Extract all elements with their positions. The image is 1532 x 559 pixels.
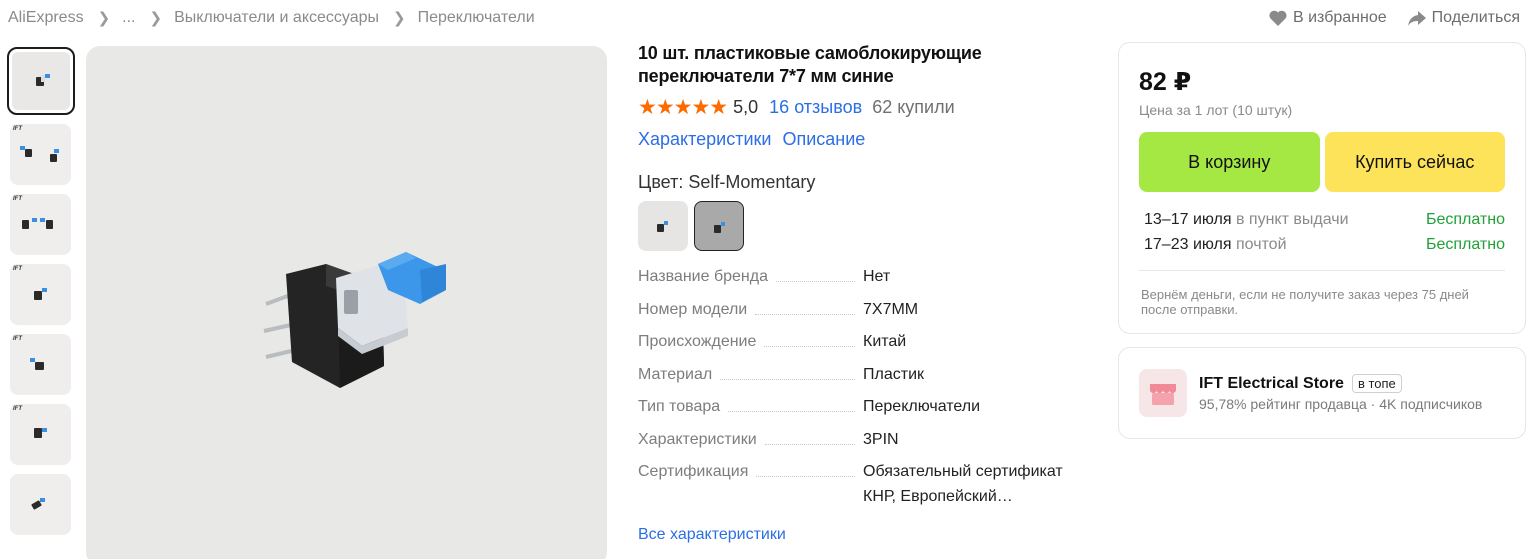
- buy-now-button[interactable]: Купить сейчас: [1324, 132, 1505, 192]
- delivery-options: 13–17 июля в пункт выдачи Бесплатно 17–2…: [1139, 207, 1505, 257]
- push-switch-illustration: [263, 252, 446, 388]
- thumbnail-3[interactable]: IFT: [10, 194, 71, 255]
- thumbnail-7[interactable]: [10, 474, 71, 535]
- main-product-image[interactable]: [86, 46, 607, 559]
- delivery-method: почтой: [1235, 236, 1287, 253]
- breadcrumb-home[interactable]: AliExpress: [8, 9, 84, 27]
- price: 82 ₽: [1139, 68, 1192, 96]
- spec-value: Обязательный сертификат КНР, Европейский…: [863, 463, 1063, 505]
- tab-description[interactable]: Описание: [782, 129, 865, 150]
- share-label: Поделиться: [1431, 9, 1520, 26]
- all-specs-link[interactable]: Все характеристики: [638, 526, 1098, 544]
- thumbnail-2[interactable]: IFT: [10, 124, 71, 185]
- divider: [1139, 270, 1505, 271]
- breadcrumb-category[interactable]: Выключатели и аксессуары: [174, 9, 379, 27]
- product-info: 10 шт. пластиковые самоблокирующие перек…: [638, 42, 1098, 544]
- rating-row: ★★★★★ 5,0 16 отзывов 62 купили: [638, 95, 1098, 120]
- thumbnail-5[interactable]: IFT: [10, 334, 71, 395]
- spec-value: Китай: [863, 333, 907, 350]
- color-swatches: [638, 201, 1098, 251]
- spec-value: Пластик: [863, 365, 924, 383]
- add-to-cart-button[interactable]: В корзину: [1139, 132, 1320, 192]
- spec-value: Переключатели: [863, 398, 981, 415]
- purchase-buttons: В корзину Купить сейчас: [1139, 132, 1505, 192]
- thumbnail-list: IFT IFT IFT IFT IFT: [7, 47, 75, 544]
- store-stats: 95,78% рейтинг продавца · 4K подписчиков: [1199, 396, 1482, 412]
- spec-key: Тип товара: [638, 398, 721, 415]
- spec-value: 3PIN: [863, 430, 899, 448]
- delivery-dates: 17–23 июля: [1144, 236, 1232, 253]
- spec-row: Сертификация Обязательный сертификат КНР…: [638, 463, 1098, 515]
- store-card[interactable]: IFT Electrical Store в топе 95,78% рейти…: [1118, 347, 1526, 439]
- reviews-link[interactable]: 16 отзывов: [769, 97, 862, 118]
- store-name-row: IFT Electrical Store в топе: [1199, 374, 1482, 393]
- brand-logo-mark: IFT: [13, 406, 22, 412]
- product-title: 10 шт. пластиковые самоблокирующие перек…: [638, 43, 982, 86]
- spec-key: Сертификация: [638, 463, 749, 480]
- refund-note: Вернём деньги, если не получите заказ че…: [1141, 287, 1469, 317]
- store-details: IFT Electrical Store в топе 95,78% рейти…: [1199, 374, 1482, 412]
- rating-value: 5,0: [733, 97, 759, 117]
- delivery-dates: 13–17 июля: [1144, 211, 1232, 228]
- delivery-row: 17–23 июля почтой Бесплатно: [1144, 232, 1505, 257]
- top-actions: В избранное Поделиться: [1268, 9, 1520, 27]
- spec-key: Номер модели: [638, 300, 748, 318]
- spec-key: Материал: [638, 365, 713, 383]
- store-logo-icon: [1139, 369, 1187, 417]
- thumbnail-1[interactable]: [7, 47, 75, 115]
- chevron-right-icon: ❯: [97, 10, 111, 27]
- delivery-row: 13–17 июля в пункт выдачи Бесплатно: [1144, 207, 1505, 232]
- spec-value: Нет: [863, 268, 891, 285]
- breadcrumb: AliExpress ❯ ... ❯ Выключатели и аксессу…: [8, 9, 535, 27]
- subscriber-count: 4K подписчиков: [1379, 396, 1483, 412]
- color-swatch-2-selected[interactable]: [694, 201, 744, 251]
- tab-characteristics[interactable]: Характеристики: [638, 129, 771, 150]
- delivery-cost: Бесплатно: [1425, 236, 1505, 253]
- buy-box: 82 ₽ Цена за 1 лот (10 штук) В корзину К…: [1118, 42, 1526, 334]
- brand-logo-mark: IFT: [13, 266, 22, 272]
- store-name[interactable]: IFT Electrical Store: [1199, 375, 1344, 393]
- heart-icon: [1269, 10, 1287, 26]
- brand-logo-mark: IFT: [13, 126, 22, 132]
- spec-key: Характеристики: [638, 430, 757, 448]
- seller-rating: 95,78% рейтинг продавца: [1199, 396, 1367, 412]
- brand-logo-mark: IFT: [13, 336, 22, 342]
- delivery-method: в пункт выдачи: [1235, 211, 1349, 228]
- thumbnail-4[interactable]: IFT: [10, 264, 71, 325]
- spec-key: Название бренда: [638, 268, 768, 285]
- delivery-cost: Бесплатно: [1425, 211, 1505, 228]
- bought-count: 62 купили: [872, 97, 955, 117]
- spec-value: 7X7MM: [863, 300, 919, 318]
- favorite-button[interactable]: В избранное: [1268, 9, 1387, 27]
- stat-separator: ·: [1370, 396, 1380, 412]
- breadcrumb-subcategory[interactable]: Переключатели: [418, 9, 535, 27]
- chevron-right-icon: ❯: [393, 10, 406, 27]
- star-rating-icon: ★★★★★: [638, 96, 728, 119]
- info-tabs: Характеристики Описание: [638, 129, 1098, 150]
- favorite-label: В избранное: [1293, 9, 1387, 26]
- thumbnail-6[interactable]: IFT: [10, 404, 71, 465]
- share-button[interactable]: Поделиться: [1407, 9, 1520, 27]
- share-arrow-icon: [1407, 11, 1426, 26]
- specs-table: Название бренда Нет Номер модели 7X7MM П…: [638, 268, 1098, 515]
- chevron-right-icon: ❯: [149, 10, 163, 27]
- brand-logo-mark: IFT: [13, 196, 22, 202]
- breadcrumb-ellipsis[interactable]: ...: [122, 9, 135, 27]
- spec-key: Происхождение: [638, 333, 757, 350]
- top-store-badge: в топе: [1351, 374, 1402, 393]
- color-label: Цвет: Self-Momentary: [638, 172, 816, 192]
- color-swatch-1[interactable]: [638, 201, 688, 251]
- price-note: Цена за 1 лот (10 штук): [1139, 102, 1293, 118]
